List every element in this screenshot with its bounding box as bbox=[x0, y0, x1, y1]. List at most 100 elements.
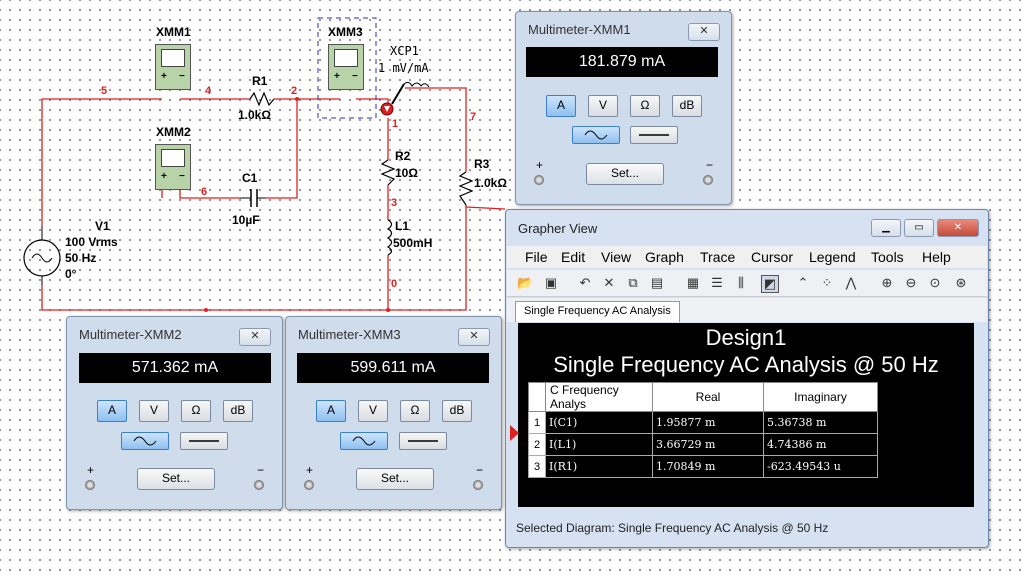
close-icon: ✕ bbox=[250, 330, 260, 342]
plus-terminal[interactable] bbox=[534, 175, 544, 185]
row-imaginary: -623.49543 u bbox=[763, 455, 878, 478]
voltmeter-mode-button[interactable]: V bbox=[139, 400, 169, 422]
dc-mode-button[interactable] bbox=[399, 432, 447, 450]
open-icon[interactable]: 📂 bbox=[517, 275, 533, 291]
v1-amplitude: 100 Vrms bbox=[65, 235, 118, 249]
menu-bar: File Edit View Graph Trace Cursor Legend… bbox=[507, 246, 987, 268]
set-button[interactable]: Set... bbox=[356, 468, 434, 490]
xmm3-icon[interactable]: + − bbox=[328, 44, 364, 90]
table-row[interactable]: 2 I(L1) 3.66729 m 4.74386 m bbox=[528, 433, 878, 456]
menu-help[interactable]: Help bbox=[922, 249, 951, 265]
plus-terminal[interactable] bbox=[85, 480, 95, 490]
close-button[interactable]: ✕ bbox=[688, 23, 720, 41]
toggle-background-icon[interactable]: ◩ bbox=[761, 275, 779, 293]
zoom-area-icon[interactable]: ⊙ bbox=[927, 275, 943, 291]
cut-icon[interactable]: ✕ bbox=[601, 275, 617, 291]
row-imaginary: 5.36738 m bbox=[763, 411, 878, 434]
row-imaginary: 4.74386 m bbox=[763, 433, 878, 456]
ammeter-mode-button[interactable]: A bbox=[316, 400, 346, 422]
zoom-in-icon[interactable]: ⊕ bbox=[879, 275, 895, 291]
minimize-button[interactable]: ▁ bbox=[871, 219, 901, 237]
voltmeter-mode-button[interactable]: V bbox=[588, 95, 618, 117]
meter-display: 181.879 mA bbox=[526, 47, 718, 77]
multimeter-xmm2-window[interactable]: Multimeter-XMM2 ✕ 571.362 mA A V Ω dB Se… bbox=[66, 316, 283, 510]
grapher-view-window[interactable]: Grapher View ▁ ▭ ✕ File Edit View Graph … bbox=[505, 209, 989, 548]
set-button[interactable]: Set... bbox=[586, 163, 664, 185]
row-real: 3.66729 m bbox=[652, 433, 764, 456]
menu-cursor[interactable]: Cursor bbox=[751, 249, 793, 265]
plus-terminal-label: + bbox=[306, 463, 314, 477]
undo-icon[interactable]: ↶ bbox=[577, 275, 593, 291]
copy-icon[interactable]: ⧉ bbox=[625, 275, 641, 291]
decibel-mode-button[interactable]: dB bbox=[442, 400, 472, 422]
minus-terminal[interactable] bbox=[473, 480, 483, 490]
close-button[interactable]: ✕ bbox=[458, 328, 490, 346]
multimeter-xmm3-window[interactable]: Multimeter-XMM3 ✕ 599.611 mA A V Ω dB Se… bbox=[285, 316, 502, 510]
close-button[interactable]: ✕ bbox=[239, 328, 271, 346]
sine-wave-icon bbox=[352, 436, 376, 446]
table-row[interactable]: 1 I(C1) 1.95877 m 5.36738 m bbox=[528, 411, 878, 434]
ac-mode-button[interactable] bbox=[572, 126, 620, 144]
minus-terminal-label: − bbox=[706, 158, 714, 172]
plus-terminal-label: + bbox=[87, 463, 95, 477]
net-label-5: 5 bbox=[101, 85, 108, 97]
menu-legend[interactable]: Legend bbox=[809, 249, 856, 265]
maximize-button[interactable]: ▭ bbox=[904, 219, 934, 237]
xmm2-icon[interactable]: + − bbox=[155, 144, 191, 190]
menu-tools[interactable]: Tools bbox=[871, 249, 904, 265]
ac-mode-button[interactable] bbox=[121, 432, 169, 450]
c1-value: 10µF bbox=[232, 213, 260, 227]
grid-icon[interactable]: ▦ bbox=[685, 275, 701, 291]
data-points-icon[interactable]: ⁘ bbox=[819, 275, 835, 291]
window-title: Multimeter-XMM2 bbox=[79, 327, 182, 342]
ammeter-mode-button[interactable]: A bbox=[97, 400, 127, 422]
multimeter-xmm1-window[interactable]: Multimeter-XMM1 ✕ 181.879 mA A V Ω dB Se… bbox=[515, 11, 732, 205]
trace-points-icon[interactable]: ⋀ bbox=[843, 275, 859, 291]
minus-terminal[interactable] bbox=[703, 175, 713, 185]
tab-single-frequency-ac-analysis[interactable]: Single Frequency AC Analysis bbox=[515, 301, 680, 322]
decibel-mode-button[interactable]: dB bbox=[672, 95, 702, 117]
legend-icon[interactable]: ☰ bbox=[709, 275, 725, 291]
ac-mode-button[interactable] bbox=[340, 432, 388, 450]
zoom-out-icon[interactable]: ⊖ bbox=[903, 275, 919, 291]
cursors-icon[interactable]: ⫼ bbox=[733, 275, 749, 291]
close-button[interactable]: ✕ bbox=[937, 219, 979, 237]
zoom-fit-icon[interactable]: ⊛ bbox=[953, 275, 969, 291]
row-name: I(L1) bbox=[545, 433, 653, 456]
ohmmeter-mode-button[interactable]: Ω bbox=[400, 400, 430, 422]
xmm3-label: XMM3 bbox=[328, 25, 363, 39]
ohmmeter-mode-button[interactable]: Ω bbox=[630, 95, 660, 117]
results-table: C Frequency Analys Real Imaginary 1 I(C1… bbox=[528, 382, 878, 478]
minus-terminal[interactable] bbox=[254, 480, 264, 490]
xcp1-label: XCP1 bbox=[390, 44, 419, 58]
ammeter-mode-button[interactable]: A bbox=[546, 95, 576, 117]
net-label-3: 3 bbox=[391, 197, 398, 209]
plus-terminal[interactable] bbox=[304, 480, 314, 490]
set-button[interactable]: Set... bbox=[137, 468, 215, 490]
net-label-2: 2 bbox=[291, 85, 298, 97]
paste-icon[interactable]: ▤ bbox=[649, 275, 665, 291]
voltmeter-mode-button[interactable]: V bbox=[358, 400, 388, 422]
save-icon[interactable]: ▣ bbox=[543, 275, 559, 291]
menu-file[interactable]: File bbox=[525, 249, 548, 265]
menu-view[interactable]: View bbox=[601, 249, 631, 265]
dc-mode-button[interactable] bbox=[630, 126, 678, 144]
v1-frequency: 50 Hz bbox=[65, 251, 97, 265]
tab-strip: Single Frequency AC Analysis bbox=[507, 298, 987, 322]
decibel-mode-button[interactable]: dB bbox=[223, 400, 253, 422]
results-panel[interactable]: Design1 Single Frequency AC Analysis @ 5… bbox=[510, 323, 974, 507]
net-label-7: 7 bbox=[470, 111, 477, 123]
trace-icon[interactable]: ⌃ bbox=[795, 275, 811, 291]
menu-trace[interactable]: Trace bbox=[700, 249, 735, 265]
ohmmeter-mode-button[interactable]: Ω bbox=[181, 400, 211, 422]
dc-line-icon bbox=[639, 134, 669, 136]
net-label-6: 6 bbox=[201, 186, 208, 198]
toolbar: 📂 ▣ ↶ ✕ ⧉ ▤ ▦ ☰ ⫼ ◩ ⌃ ⁘ ⋀ ⊕ ⊖ ⊙ ⊛ bbox=[507, 270, 987, 297]
sine-wave-icon bbox=[584, 130, 608, 140]
menu-edit[interactable]: Edit bbox=[561, 249, 585, 265]
menu-graph[interactable]: Graph bbox=[645, 249, 684, 265]
table-row[interactable]: 3 I(R1) 1.70849 m -623.49543 u bbox=[528, 455, 878, 478]
dc-mode-button[interactable] bbox=[180, 432, 228, 450]
net-label-1: 1 bbox=[392, 118, 399, 130]
xmm1-icon[interactable]: + − bbox=[155, 44, 191, 90]
